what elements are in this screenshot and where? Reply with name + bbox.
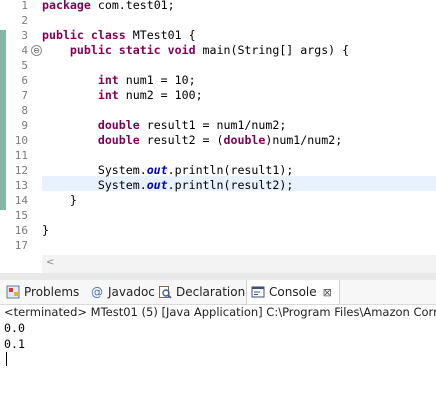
code-line-4: public static void main(String[] args) {	[69, 43, 350, 57]
editor-horizontal-scrollbar[interactable]: <	[42, 255, 436, 273]
code-line-9: double result1 = num1/num2;	[97, 118, 287, 132]
change-marker	[0, 30, 6, 210]
code-line-13: System.out.println(result2);	[42, 178, 294, 192]
code-line-12: System.out.println(result1);	[42, 163, 294, 177]
line-number: 4	[21, 44, 28, 57]
scroll-left-icon[interactable]: <	[46, 257, 54, 268]
tab-problems[interactable]: Problems	[6, 280, 79, 304]
line-number: 2	[21, 14, 28, 27]
fold-toggle-icon[interactable]: ⊖	[31, 45, 42, 56]
line-number: 3	[21, 29, 28, 42]
problems-icon	[6, 285, 20, 299]
line-number: 16	[14, 224, 28, 237]
tab-javadoc[interactable]: @ Javadoc	[90, 280, 155, 304]
console-output-line: 0.0	[4, 321, 25, 335]
view-tab-bar: Problems @ Javadoc Declaration Console ⊠	[0, 280, 436, 305]
line-number: 14	[14, 194, 28, 207]
tab-declaration[interactable]: Declaration	[158, 280, 245, 304]
console-status: <terminated> MTest01 (5) [Java Applicati…	[4, 305, 436, 319]
code-line-16: }	[42, 223, 49, 237]
code-line-1: package com.test01;	[42, 0, 175, 12]
line-number: 5	[21, 59, 28, 72]
code-line-7: int num2 = 100;	[97, 88, 203, 102]
text-cursor	[6, 352, 7, 366]
line-number: 10	[14, 134, 28, 147]
declaration-icon	[159, 286, 172, 299]
line-number: 15	[14, 209, 28, 222]
close-tab-icon[interactable]: ⊠	[323, 286, 332, 299]
line-number: 12	[14, 164, 28, 177]
line-number: 11	[14, 149, 28, 162]
line-number: 9	[21, 119, 28, 132]
line-number: 13	[14, 179, 28, 192]
console-output-line: 0.1	[4, 337, 25, 351]
line-number: 8	[21, 104, 28, 117]
javadoc-icon: @	[91, 285, 103, 299]
tab-label: Declaration	[176, 285, 246, 299]
tab-console[interactable]: Console ⊠	[246, 280, 340, 304]
code-line-6: int num1 = 10;	[97, 73, 196, 87]
tab-label: Console	[269, 285, 317, 299]
code-line-14: }	[42, 193, 77, 207]
console-icon	[251, 286, 265, 298]
panel-separator[interactable]	[0, 273, 436, 280]
console-output-area[interactable]: <terminated> MTest01 (5) [Java Applicati…	[0, 305, 436, 406]
line-number: 6	[21, 74, 28, 87]
tab-label: Javadoc	[108, 285, 155, 299]
code-line-10: double result2 = (double)num1/num2;	[97, 133, 343, 147]
line-number: 1	[21, 0, 28, 12]
tab-label: Problems	[24, 285, 80, 299]
line-number: 7	[21, 89, 28, 102]
code-line-3: public class MTest01 {	[42, 28, 196, 42]
line-number: 17	[14, 239, 28, 252]
change-markers	[0, 0, 6, 254]
code-editor[interactable]: 1 2 3 4 5 6 7 8 9 10 11 12 13 14 15 16 1…	[0, 0, 436, 254]
